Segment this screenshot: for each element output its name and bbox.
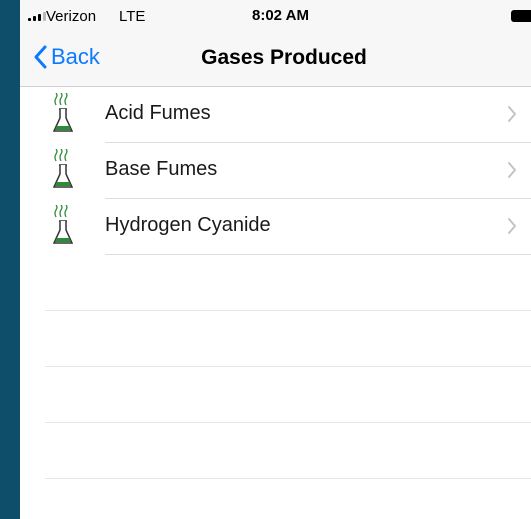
list-item-label: Hydrogen Cyanide [105,214,271,236]
gases-list: Acid Fumes Base Fumes Hydrogen Cyanide [20,87,531,255]
fuming-flask-icon [52,93,74,132]
list-item-label: Acid Fumes [105,102,211,124]
status-time: 8:02 AM [252,7,309,24]
battery-icon [511,10,531,22]
status-bar: Verizon LTE 8:02 AM [20,0,531,34]
carrier-name: Verizon [46,8,97,25]
fuming-flask-icon [52,205,74,244]
list-item-hydrogen-cyanide[interactable]: Hydrogen Cyanide [20,199,531,255]
list-item-base-fumes[interactable]: Base Fumes [20,143,531,199]
list-item-acid-fumes[interactable]: Acid Fumes [20,87,531,143]
navigation-bar: Back Gases Produced [20,34,531,87]
list-item-label: Base Fumes [105,158,218,180]
empty-row-separator [45,310,531,311]
chevron-right-icon [508,218,516,234]
row-separator [105,254,531,255]
chevron-right-icon [508,106,516,122]
fuming-flask-icon [52,149,74,188]
page-title: Gases Produced [201,46,367,69]
empty-row-separator [45,478,531,479]
signal-strength-icon [28,12,46,21]
network-type: LTE [119,8,146,25]
chevron-right-icon [508,162,516,178]
phone-screen: Verizon LTE 8:02 AM Back Gases Produced … [20,0,531,519]
empty-row-separator [45,366,531,367]
empty-row-separator [45,422,531,423]
